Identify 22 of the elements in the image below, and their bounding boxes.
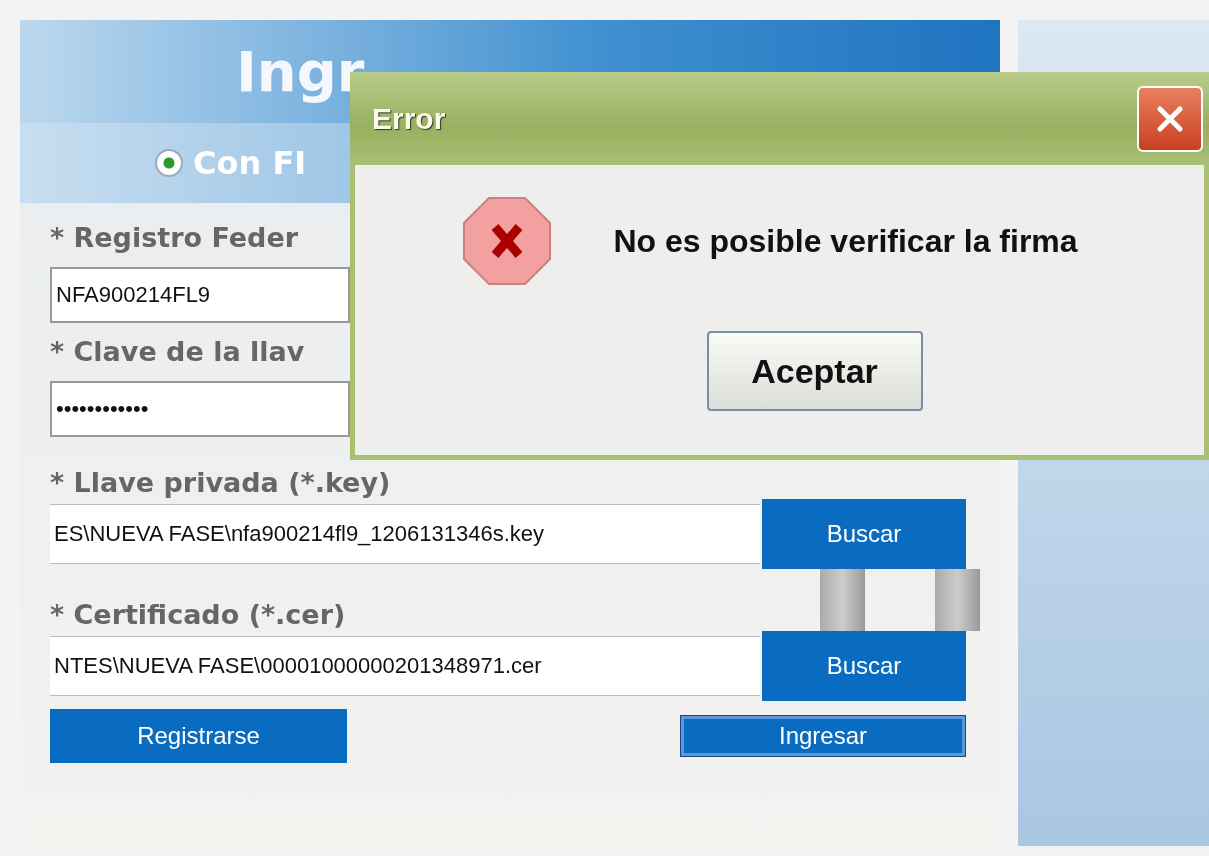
input-field[interactable]: ES\NUEVA FASE\nfa900214fl9_1206131346s.key (50, 504, 760, 564)
field-label: * Llave privada (*.key) (50, 467, 391, 499)
accept-button[interactable]: Aceptar (706, 331, 923, 411)
browse-button[interactable]: Buscar (762, 499, 966, 569)
field-label: * Certificado (*.cer) (50, 599, 346, 631)
radio-button[interactable] (155, 149, 183, 177)
error-message: No es posible verificar la firma (613, 222, 1078, 260)
browse-button[interactable]: Buscar (762, 631, 966, 701)
input-field[interactable]: NTES\NUEVA FASE\00001000000201348971.cer (50, 636, 760, 696)
login-button[interactable]: Ingresar (681, 716, 965, 756)
connector-bar (820, 569, 865, 631)
input-field[interactable]: •••••••••••• (50, 381, 350, 437)
option-label: Con FI (193, 144, 307, 182)
connector-bar (935, 569, 980, 631)
input-field[interactable]: NFA900214FL9 (50, 267, 350, 323)
register-button[interactable]: Registrarse (50, 709, 347, 763)
field-label: * Registro Feder (50, 222, 299, 254)
field-label: * Clave de la llav (50, 336, 305, 368)
error-icon (461, 195, 554, 287)
panel-title: Ingr (236, 39, 365, 104)
close-button[interactable] (1137, 85, 1203, 152)
dialog-title: Error (372, 101, 446, 136)
